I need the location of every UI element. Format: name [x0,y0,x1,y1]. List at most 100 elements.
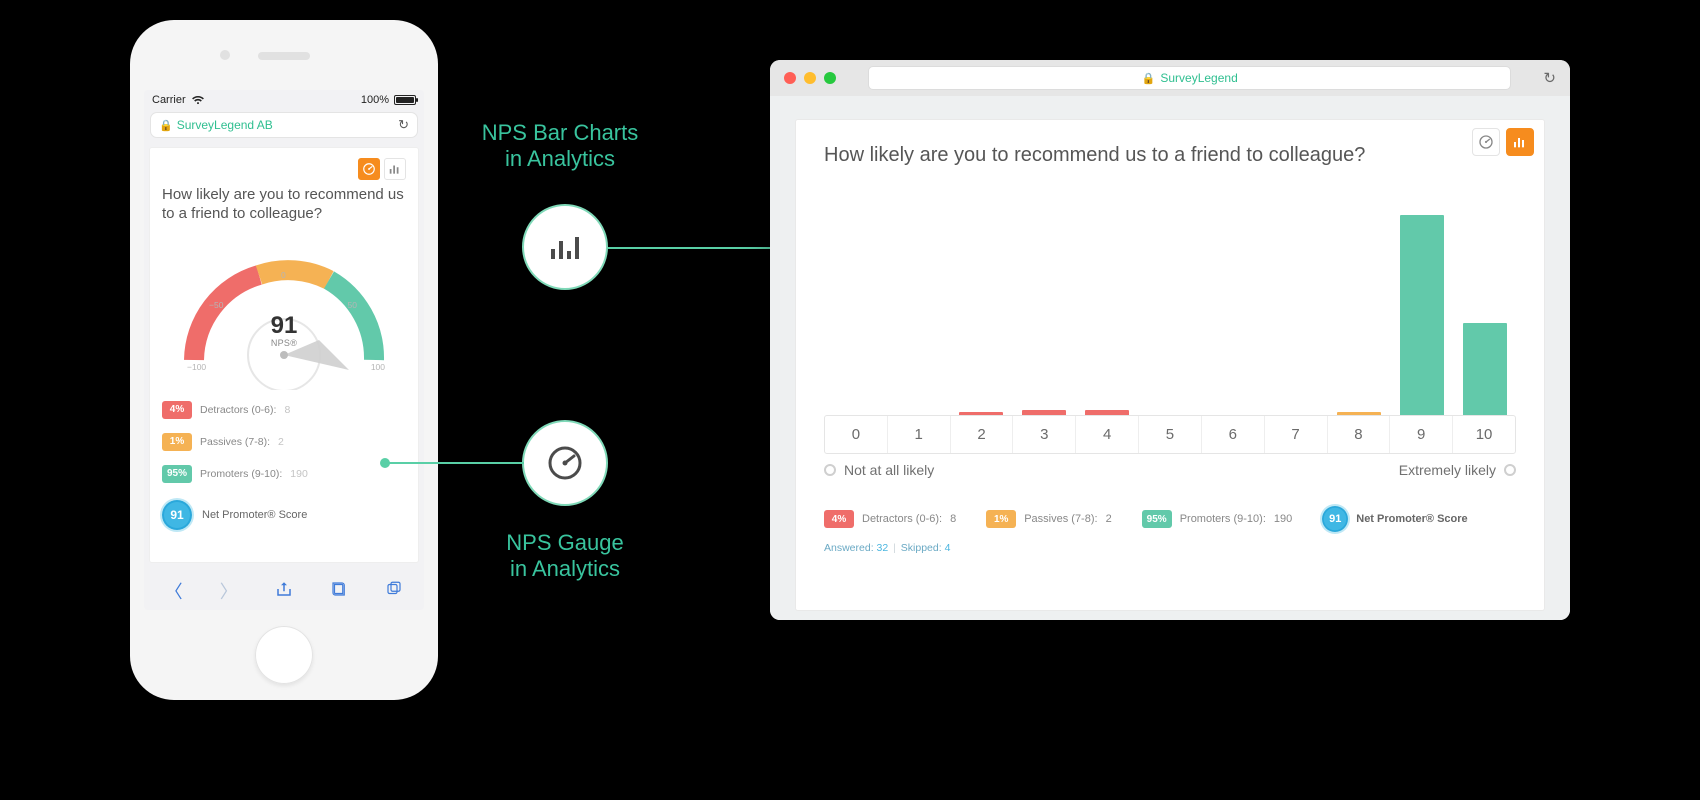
bar-col [1076,410,1139,415]
bar-col [1327,412,1390,415]
analytics-card: How likely are you to recommend us to a … [796,120,1544,610]
nps-badge-label: Net Promoter® Score [202,509,307,521]
nps-score-label: NPS® [169,338,399,348]
close-dot[interactable] [784,72,796,84]
anchor-left: Not at all likely [844,462,934,478]
skipped-count: 4 [945,542,951,554]
gauge-tick: −100 [187,362,206,372]
bar-col [1013,410,1076,415]
axis-tick: 4 [1075,416,1138,453]
minimize-dot[interactable] [804,72,816,84]
share-icon[interactable] [275,580,293,603]
lock-icon: 🔒 [159,119,173,132]
bar-col [950,412,1013,415]
bar-legend: 4% Detractors (0-6): 8 1% Passives (7-8)… [824,506,1516,532]
question-text: How likely are you to recommend us to a … [162,186,406,224]
phone-screen: Carrier 100% 🔒 SurveyLegend AB ↻ [144,90,424,610]
bar [1085,410,1129,415]
detractors-count: 8 [950,513,956,525]
passives-label: Passives (7-8): [1024,513,1097,525]
axis-tick: 3 [1012,416,1075,453]
gauge-tick: −50 [209,300,223,310]
gauge-icon [1478,134,1494,150]
wifi-icon [191,95,205,105]
bar [959,412,1003,415]
promoters-pct-badge: 95% [1142,510,1172,528]
browser-titlebar: 🔒 SurveyLegend ↻ [770,60,1570,96]
zoom-dot[interactable] [824,72,836,84]
connector-gauge [386,462,524,464]
detractors-pct-badge: 4% [162,401,192,419]
phone-address-bar[interactable]: 🔒 SurveyLegend AB ↻ [150,112,418,138]
browser-address-bar[interactable]: 🔒 SurveyLegend [868,66,1511,90]
gauge-toggle-button[interactable] [358,158,380,180]
axis-tick: 5 [1138,416,1201,453]
label-bar-title: NPS Bar Charts in Analytics [450,120,670,173]
axis-tick: 7 [1264,416,1327,453]
bubble-gauge [522,420,608,506]
bar [1022,410,1066,415]
bar [1400,215,1444,415]
promoters-label: Promoters (9-10): [1180,513,1266,525]
gauge-tick: 50 [348,300,357,310]
detractors-label: Detractors (0-6): [862,513,942,525]
response-counts: Answered: 32 | Skipped: 4 [824,542,1516,554]
question-text: How likely are you to recommend us to a … [824,144,1516,167]
nps-gauge: −100 −50 0 50 100 91 NPS® [169,230,399,390]
skipped-label: Skipped: [901,542,942,554]
axis-tick: 8 [1327,416,1390,453]
axis-tick: 9 [1389,416,1452,453]
safari-toolbar: 〈 〉 [144,568,424,610]
label-gauge-title: NPS Gauge in Analytics [470,530,660,583]
reload-icon[interactable]: ↻ [1543,69,1556,87]
passives-pct-badge: 1% [986,510,1016,528]
phone-shadow [100,704,470,714]
passives-count: 2 [1106,513,1112,525]
phone-camera-dot [220,50,230,60]
promoters-pct-badge: 95% [162,465,192,483]
bar-col [1453,323,1516,415]
tabs-icon[interactable] [385,580,403,603]
carrier-label: Carrier [152,94,186,106]
nps-badge: 91 [1322,506,1348,532]
anchor-right: Extremely likely [1399,462,1496,478]
traffic-lights [784,72,836,84]
browser-window: 🔒 SurveyLegend ↻ How likely are you to r… [770,60,1570,620]
browser-body: How likely are you to recommend us to a … [770,96,1570,620]
legend-detractors: 4% Detractors (0-6): 8 [824,510,956,528]
answered-label: Answered: [824,542,874,554]
nps-score: 91 [169,312,399,340]
legend-passives: 1% Passives (7-8): 2 [162,433,406,451]
phone-statusbar: Carrier 100% [144,90,424,108]
radio-icon [824,464,836,476]
bar-toggle-button[interactable] [1506,128,1534,156]
passives-count: 2 [278,436,284,448]
detractors-pct-badge: 4% [824,510,854,528]
promoters-label: Promoters (9-10): [200,468,282,480]
bar-col [1390,215,1453,415]
reload-icon[interactable]: ↻ [398,117,409,133]
promoters-count: 190 [1274,513,1292,525]
gauge-icon [362,162,376,176]
back-icon[interactable]: 〈 [165,578,183,604]
nps-badge: 91 [162,500,192,530]
battery-pct: 100% [361,94,389,106]
bubble-bar-chart [522,204,608,290]
bar-axis: 012345678910 [824,415,1516,454]
promoters-count: 190 [290,468,308,480]
radio-icon [1504,464,1516,476]
gauge-toggle-button[interactable] [1472,128,1500,156]
legend-promoters: 95% Promoters (9-10): 190 [1142,510,1293,528]
home-button[interactable] [255,626,313,684]
legend-passives: 1% Passives (7-8): 2 [986,510,1111,528]
bar-icon [1512,134,1528,150]
axis-tick: 1 [887,416,950,453]
axis-tick: 10 [1452,416,1515,453]
passives-label: Passives (7-8): [200,436,270,448]
bar-toggle-button[interactable] [384,158,406,180]
bar [1463,323,1507,415]
legend-detractors: 4% Detractors (0-6): 8 [162,401,406,419]
bar-chart-icon [545,227,585,267]
bookmarks-icon[interactable] [330,580,348,603]
nps-summary: 91 Net Promoter® Score [162,500,406,530]
